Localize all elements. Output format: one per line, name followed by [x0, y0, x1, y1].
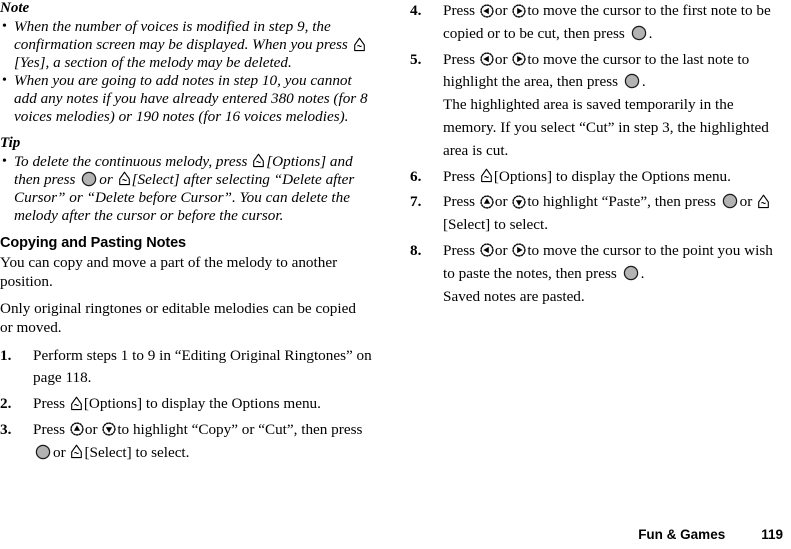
left-column: Note • When the number of voices is modif… [0, 0, 372, 468]
step-1-number: 1. [0, 346, 12, 364]
tip-bullet-1: • To delete the continuous melody, press … [0, 153, 372, 225]
step-4-number: 4. [410, 2, 422, 19]
step-5-text-a: Press [443, 50, 476, 68]
step-6-text-a: Press [443, 167, 476, 185]
step-5: 5. Press or to move the cursor to the las… [410, 49, 785, 163]
tip-text-seg1: To delete the continuous melody, press [14, 152, 248, 170]
step-1-text: Perform steps 1 to 9 in “Editing Origina… [33, 346, 372, 387]
step-3: 3. Press or to highlight “Copy” or “Cut”,… [0, 419, 372, 465]
tip-text-seg3: or [99, 170, 113, 188]
tip-bullet-list: • To delete the continuous melody, press … [0, 153, 372, 225]
down-navigation-key-icon [102, 422, 116, 437]
up-navigation-key-icon [480, 195, 494, 209]
note-bullet-1: • When the number of voices is modified i… [0, 18, 372, 72]
center-key-icon [623, 265, 639, 281]
center-key-icon [631, 25, 647, 41]
step-6: 6. Press [Options] to display the Options… [410, 166, 785, 189]
note-bullet-list: • When the number of voices is modified i… [0, 18, 372, 127]
step-8-text-a: Press [443, 241, 476, 259]
step-4-text-a: Press [443, 2, 476, 19]
note-bullet-2: • When you are going to add notes in step… [0, 72, 372, 126]
section-paragraph-2: Only original ringtones or editable melo… [0, 299, 356, 337]
manual-page: Note • When the number of voices is modif… [0, 0, 791, 549]
right-navigation-key-icon [512, 52, 526, 66]
step-4-text-b: or [494, 2, 508, 19]
left-navigation-key-icon [480, 243, 494, 258]
left-navigation-key-icon [480, 3, 494, 18]
up-navigation-key-icon [70, 422, 84, 437]
right-column: 4. Press or to move the cursor to the fir… [410, 0, 785, 311]
step-2-text-b: [Options] to display the Options menu. [83, 395, 321, 413]
step-3-text-b: or [84, 420, 98, 438]
step-8-sub-text: Saved notes are pasted. [443, 287, 585, 305]
step-2-text-a: Press [33, 395, 66, 413]
step-7-number: 7. [410, 193, 422, 211]
tip-block: Tip • To delete the continuous melody, pr… [0, 135, 372, 225]
note-heading: Note [0, 0, 30, 16]
right-step-list: 4. Press or to move the cursor to the fir… [410, 0, 785, 308]
step-5-sub-text: The highlighted area is saved temporaril… [443, 96, 769, 159]
bullet-dot-icon: • [2, 19, 7, 34]
note-bullet-1-text-a: When the number of voices is modified in… [14, 18, 348, 54]
step-3-text-d: or [53, 443, 66, 461]
left-softkey-icon [252, 153, 265, 168]
left-softkey-icon [118, 171, 131, 186]
step-3-number: 3. [0, 420, 12, 438]
right-navigation-key-icon [512, 3, 526, 18]
step-2-number: 2. [0, 395, 12, 413]
step-7-text-b: or [494, 193, 508, 211]
step-6-text-b: [Options] to display the Options menu. [493, 167, 731, 185]
note-bullet-1-text-b: [Yes], a section of the melody may be de… [14, 54, 292, 72]
step-4-text-d: . [648, 24, 653, 42]
step-3-text-e: [Select] to select. [84, 443, 190, 461]
tip-heading: Tip [0, 134, 21, 151]
note-bullet-2-text: When you are going to add notes in step … [14, 72, 368, 126]
footer-inner: Fun & Games 119 [638, 527, 783, 543]
step-8-text-d: . [640, 264, 645, 282]
step-7-text-e: [Select] to select. [443, 216, 548, 234]
step-7: 7. Press or to highlight “Paste”, then pr… [410, 191, 785, 237]
step-1: 1. Perform steps 1 to 9 in “Editing Origi… [0, 345, 372, 391]
center-key-icon [81, 171, 97, 187]
step-5-text-d: . [641, 73, 646, 91]
step-8-number: 8. [410, 241, 422, 259]
bullet-dot-icon: • [2, 73, 7, 89]
left-softkey-icon [480, 168, 493, 183]
step-8-text-b: or [494, 241, 508, 259]
left-navigation-key-icon [480, 52, 494, 66]
step-2: 2. Press [Options] to display the Options… [0, 393, 372, 416]
step-3-text-a: Press [33, 420, 66, 438]
down-navigation-key-icon [512, 195, 526, 209]
center-key-icon [624, 73, 640, 89]
left-softkey-icon [70, 444, 83, 459]
left-softkey-icon [353, 37, 366, 52]
step-5-text-b: or [494, 50, 508, 68]
step-7-text-c: to highlight “Paste”, then press [527, 193, 716, 211]
step-8: 8. Press or to move the cursor to the poi… [410, 240, 785, 308]
step-3-text-c: to highlight “Copy” or “Cut”, then press [117, 420, 363, 438]
step-7-text-a: Press [443, 193, 476, 211]
step-5-number: 5. [410, 50, 422, 68]
left-step-list: 1. Perform steps 1 to 9 in “Editing Origi… [0, 345, 372, 465]
left-softkey-icon [70, 396, 83, 411]
right-navigation-key-icon [512, 243, 526, 258]
bullet-dot-icon: • [2, 153, 7, 169]
center-key-icon [722, 193, 738, 209]
footer-page-number: 119 [761, 527, 783, 542]
center-key-icon [35, 444, 51, 460]
section-heading: Copying and Pasting Notes [0, 234, 187, 251]
left-softkey-icon [757, 194, 770, 209]
step-6-number: 6. [410, 167, 422, 185]
note-block: Note • When the number of voices is modif… [0, 0, 372, 127]
step-4: 4. Press or to move the cursor to the fir… [410, 0, 785, 46]
page-footer: Fun & Games 119 [0, 523, 791, 543]
section-paragraph-1: You can copy and move a part of the melo… [0, 253, 338, 291]
footer-chapter-title: Fun & Games [638, 527, 726, 542]
step-7-text-d: or [739, 193, 753, 211]
